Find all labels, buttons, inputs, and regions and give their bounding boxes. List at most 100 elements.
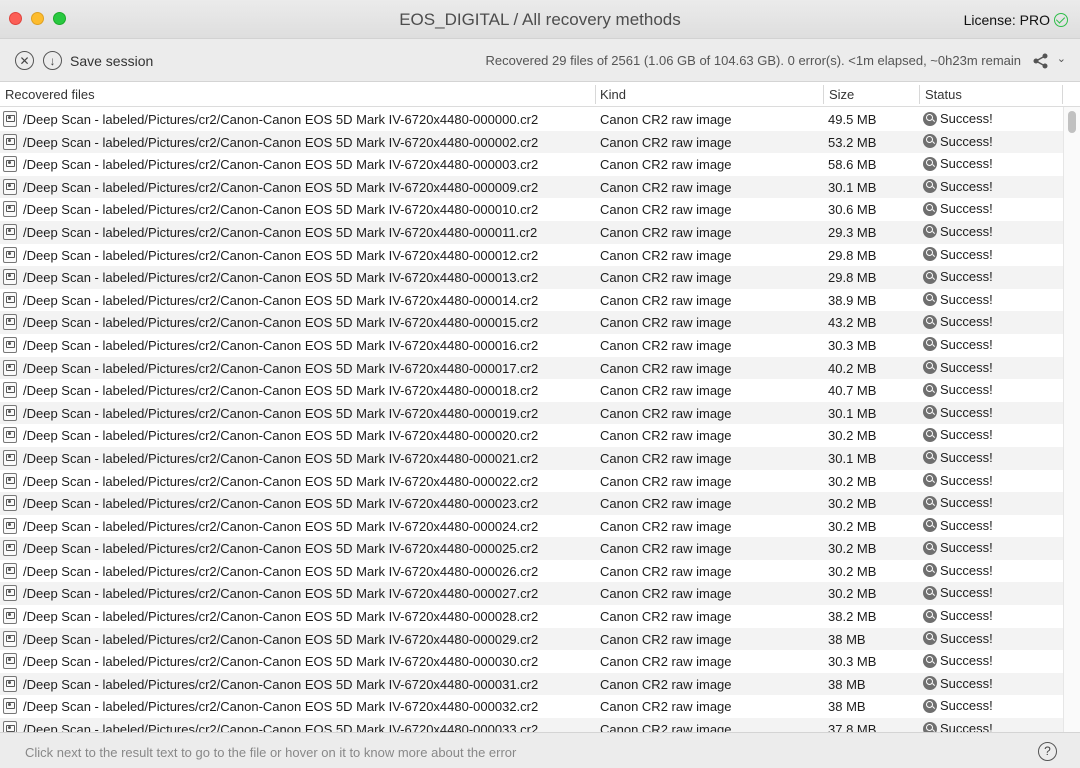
table-row[interactable]: /Deep Scan - labeled/Pictures/cr2/Canon-… <box>0 108 1063 131</box>
table-row[interactable]: /Deep Scan - labeled/Pictures/cr2/Canon-… <box>0 650 1063 673</box>
file-path[interactable]: /Deep Scan - labeled/Pictures/cr2/Canon-… <box>23 248 538 263</box>
file-path[interactable]: /Deep Scan - labeled/Pictures/cr2/Canon-… <box>23 609 538 624</box>
column-header-recovered-files[interactable]: Recovered files <box>5 87 95 102</box>
status-cell[interactable]: Success! <box>923 314 993 329</box>
file-path[interactable]: /Deep Scan - labeled/Pictures/cr2/Canon-… <box>23 632 538 647</box>
magnifier-icon[interactable] <box>923 337 937 352</box>
table-row[interactable]: /Deep Scan - labeled/Pictures/cr2/Canon-… <box>0 266 1063 289</box>
status-cell[interactable]: Success! <box>923 676 993 691</box>
status-cell[interactable]: Success! <box>923 292 993 307</box>
file-path[interactable]: /Deep Scan - labeled/Pictures/cr2/Canon-… <box>23 338 538 353</box>
magnifier-icon[interactable] <box>923 201 937 216</box>
status-cell[interactable]: Success! <box>923 360 993 375</box>
magnifier-icon[interactable] <box>923 134 937 149</box>
magnifier-icon[interactable] <box>923 540 937 555</box>
file-path[interactable]: /Deep Scan - labeled/Pictures/cr2/Canon-… <box>23 722 538 732</box>
column-divider[interactable] <box>823 85 824 104</box>
status-cell[interactable]: Success! <box>923 631 993 646</box>
table-row[interactable]: /Deep Scan - labeled/Pictures/cr2/Canon-… <box>0 582 1063 606</box>
status-cell[interactable]: Success! <box>923 269 993 284</box>
column-header-size[interactable]: Size <box>829 87 854 102</box>
status-cell[interactable]: Success! <box>923 224 993 239</box>
vertical-scrollbar[interactable] <box>1063 107 1080 732</box>
help-circle-icon[interactable]: ? <box>1038 742 1057 761</box>
file-path[interactable]: /Deep Scan - labeled/Pictures/cr2/Canon-… <box>23 677 538 692</box>
share-icon[interactable] <box>1032 52 1050 70</box>
table-row[interactable]: /Deep Scan - labeled/Pictures/cr2/Canon-… <box>0 198 1063 221</box>
magnifier-icon[interactable] <box>923 111 937 126</box>
table-row[interactable]: /Deep Scan - labeled/Pictures/cr2/Canon-… <box>0 311 1063 334</box>
status-cell[interactable]: Success! <box>923 382 993 397</box>
status-cell[interactable]: Success! <box>923 156 993 171</box>
table-row[interactable]: /Deep Scan - labeled/Pictures/cr2/Canon-… <box>0 379 1063 402</box>
table-row[interactable]: /Deep Scan - labeled/Pictures/cr2/Canon-… <box>0 334 1063 357</box>
file-path[interactable]: /Deep Scan - labeled/Pictures/cr2/Canon-… <box>23 293 538 308</box>
table-row[interactable]: /Deep Scan - labeled/Pictures/cr2/Canon-… <box>0 244 1063 267</box>
table-row[interactable]: /Deep Scan - labeled/Pictures/cr2/Canon-… <box>0 560 1063 583</box>
status-cell[interactable]: Success! <box>923 427 993 442</box>
magnifier-icon[interactable] <box>923 247 937 262</box>
status-cell[interactable]: Success! <box>923 518 993 533</box>
file-path[interactable]: /Deep Scan - labeled/Pictures/cr2/Canon-… <box>23 654 538 669</box>
status-cell[interactable]: Success! <box>923 405 993 420</box>
magnifier-icon[interactable] <box>923 314 937 329</box>
magnifier-icon[interactable] <box>923 427 937 442</box>
file-path[interactable]: /Deep Scan - labeled/Pictures/cr2/Canon-… <box>23 451 538 466</box>
column-header-status[interactable]: Status <box>925 87 962 102</box>
status-cell[interactable]: Success! <box>923 179 993 194</box>
file-path[interactable]: /Deep Scan - labeled/Pictures/cr2/Canon-… <box>23 270 538 285</box>
file-path[interactable]: /Deep Scan - labeled/Pictures/cr2/Canon-… <box>23 474 538 489</box>
table-row[interactable]: /Deep Scan - labeled/Pictures/cr2/Canon-… <box>0 605 1063 628</box>
file-path[interactable]: /Deep Scan - labeled/Pictures/cr2/Canon-… <box>23 157 538 172</box>
column-header-kind[interactable]: Kind <box>600 87 626 102</box>
status-cell[interactable]: Success! <box>923 698 993 713</box>
magnifier-icon[interactable] <box>923 405 937 420</box>
magnifier-icon[interactable] <box>923 292 937 307</box>
file-path[interactable]: /Deep Scan - labeled/Pictures/cr2/Canon-… <box>23 383 538 398</box>
file-path[interactable]: /Deep Scan - labeled/Pictures/cr2/Canon-… <box>23 112 538 127</box>
file-path[interactable]: /Deep Scan - labeled/Pictures/cr2/Canon-… <box>23 180 538 195</box>
table-row[interactable]: /Deep Scan - labeled/Pictures/cr2/Canon-… <box>0 672 1063 696</box>
magnifier-icon[interactable] <box>923 563 937 578</box>
magnifier-icon[interactable] <box>923 179 937 194</box>
magnifier-icon[interactable] <box>923 269 937 284</box>
magnifier-icon[interactable] <box>923 224 937 239</box>
table-row[interactable]: /Deep Scan - labeled/Pictures/cr2/Canon-… <box>0 220 1063 244</box>
file-path[interactable]: /Deep Scan - labeled/Pictures/cr2/Canon-… <box>23 135 538 150</box>
magnifier-icon[interactable] <box>923 698 937 713</box>
table-row[interactable]: /Deep Scan - labeled/Pictures/cr2/Canon-… <box>0 537 1063 560</box>
magnifier-icon[interactable] <box>923 382 937 397</box>
magnifier-icon[interactable] <box>923 676 937 691</box>
table-row[interactable]: /Deep Scan - labeled/Pictures/cr2/Canon-… <box>0 153 1063 176</box>
status-cell[interactable]: Success! <box>923 585 993 600</box>
table-row[interactable]: /Deep Scan - labeled/Pictures/cr2/Canon-… <box>0 492 1063 515</box>
magnifier-icon[interactable] <box>923 473 937 487</box>
download-circle-icon[interactable]: ↓ <box>43 51 62 70</box>
magnifier-icon[interactable] <box>923 518 937 533</box>
table-row[interactable]: /Deep Scan - labeled/Pictures/cr2/Canon-… <box>0 718 1063 732</box>
status-cell[interactable]: Success! <box>923 563 993 578</box>
chevron-down-icon[interactable]: ⌄ <box>1057 52 1066 65</box>
close-circle-icon[interactable]: ✕ <box>15 51 34 70</box>
magnifier-icon[interactable] <box>923 495 937 510</box>
status-cell[interactable]: Success! <box>923 201 993 216</box>
column-divider[interactable] <box>595 85 596 104</box>
status-cell[interactable]: Success! <box>923 247 993 262</box>
table-row[interactable]: /Deep Scan - labeled/Pictures/cr2/Canon-… <box>0 175 1063 199</box>
table-row[interactable]: /Deep Scan - labeled/Pictures/cr2/Canon-… <box>0 627 1063 651</box>
table-row[interactable]: /Deep Scan - labeled/Pictures/cr2/Canon-… <box>0 424 1063 447</box>
license-indicator[interactable]: License: PRO <box>964 12 1068 28</box>
column-divider[interactable] <box>1062 85 1063 104</box>
save-session-button[interactable]: Save session <box>70 53 153 69</box>
magnifier-icon[interactable] <box>923 653 937 668</box>
table-row[interactable]: /Deep Scan - labeled/Pictures/cr2/Canon-… <box>0 695 1063 718</box>
file-path[interactable]: /Deep Scan - labeled/Pictures/cr2/Canon-… <box>23 699 538 714</box>
file-path[interactable]: /Deep Scan - labeled/Pictures/cr2/Canon-… <box>23 586 538 601</box>
magnifier-icon[interactable] <box>923 608 937 623</box>
file-path[interactable]: /Deep Scan - labeled/Pictures/cr2/Canon-… <box>23 315 538 330</box>
file-path[interactable]: /Deep Scan - labeled/Pictures/cr2/Canon-… <box>23 496 538 511</box>
file-path[interactable]: /Deep Scan - labeled/Pictures/cr2/Canon-… <box>23 225 537 240</box>
file-path[interactable]: /Deep Scan - labeled/Pictures/cr2/Canon-… <box>23 428 538 443</box>
table-row[interactable]: /Deep Scan - labeled/Pictures/cr2/Canon-… <box>0 470 1063 493</box>
status-cell[interactable]: Success! <box>923 653 993 668</box>
